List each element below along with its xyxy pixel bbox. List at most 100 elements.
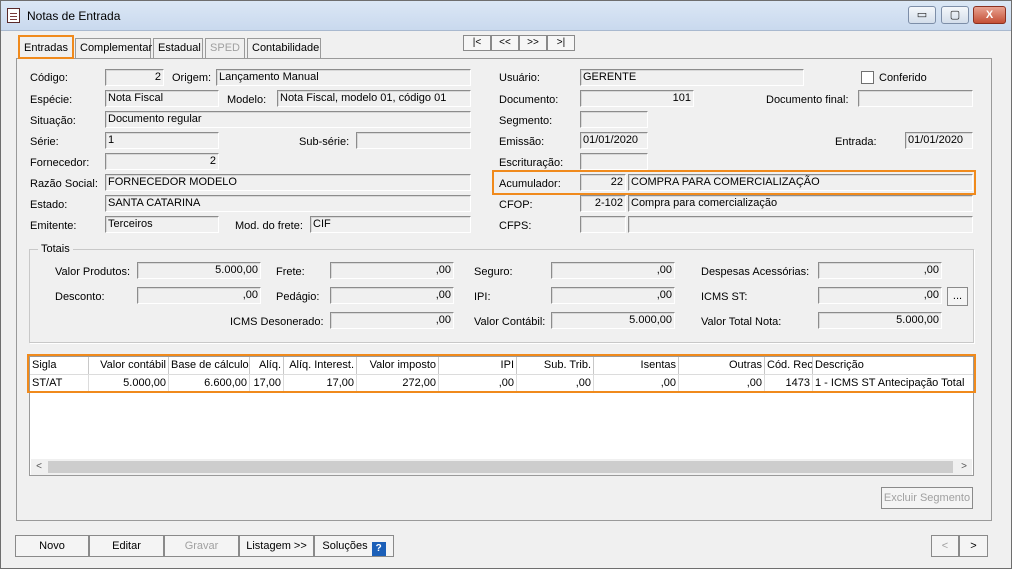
valor-total-nota-field[interactable]: 5.000,00 bbox=[818, 312, 942, 329]
cfps-label: CFPS: bbox=[499, 220, 532, 232]
grid-cell[interactable]: 272,00 bbox=[357, 374, 439, 391]
scrollbar-thumb[interactable] bbox=[48, 461, 953, 473]
icms-st-details-button[interactable]: ... bbox=[947, 287, 968, 306]
valor-produtos-field[interactable]: 5.000,00 bbox=[137, 262, 261, 279]
grid-cell[interactable]: 1 - ICMS ST Antecipação Total bbox=[813, 374, 973, 391]
razao-social-field[interactable]: FORNECEDOR MODELO bbox=[105, 174, 471, 191]
scroll-left-icon[interactable]: < bbox=[31, 459, 47, 475]
especie-field[interactable]: Nota Fiscal bbox=[105, 90, 219, 107]
column-header[interactable]: Alíq. Interest. bbox=[284, 357, 357, 374]
grid-cell[interactable]: ,00 bbox=[439, 374, 517, 391]
solucoes-button[interactable]: Soluções? bbox=[314, 535, 394, 557]
gravar-button: Gravar bbox=[164, 535, 239, 557]
column-header[interactable]: Outras bbox=[679, 357, 765, 374]
ipi-field[interactable]: ,00 bbox=[551, 287, 675, 304]
escrituracao-field[interactable] bbox=[580, 153, 648, 170]
column-header[interactable]: Valor contábil bbox=[89, 357, 169, 374]
grid-cell[interactable]: ,00 bbox=[517, 374, 594, 391]
seguro-field[interactable]: ,00 bbox=[551, 262, 675, 279]
emissao-field[interactable]: 01/01/2020 bbox=[580, 132, 648, 149]
previous-record-button[interactable]: << bbox=[491, 35, 519, 51]
cfps-code-field[interactable] bbox=[580, 216, 626, 233]
estado-field[interactable]: SANTA CATARINA bbox=[105, 195, 471, 212]
valor-contabil-field[interactable]: 5.000,00 bbox=[551, 312, 675, 329]
close-button[interactable]: X bbox=[973, 6, 1006, 24]
fornecedor-label: Fornecedor: bbox=[30, 157, 90, 169]
tab-estadual[interactable]: Estadual bbox=[153, 38, 203, 58]
title-bar: Notas de Entrada ▭ ▢ X bbox=[1, 1, 1011, 31]
minimize-button[interactable]: ▭ bbox=[908, 6, 936, 24]
modelo-label: Modelo: bbox=[227, 94, 267, 106]
grid-cell[interactable]: 6.600,00 bbox=[169, 374, 250, 391]
listagem-button[interactable]: Listagem >> bbox=[239, 535, 314, 557]
next-button[interactable]: > bbox=[959, 535, 988, 557]
tab-entradas[interactable]: Entradas bbox=[18, 35, 74, 59]
documento-field[interactable]: 101 bbox=[580, 90, 694, 107]
scroll-right-icon[interactable]: > bbox=[956, 459, 972, 475]
entrada-field[interactable]: 01/01/2020 bbox=[905, 132, 973, 149]
impostos-grid[interactable]: Sigla Valor contábil Base de cálculo Alí… bbox=[29, 356, 974, 476]
fornecedor-field[interactable]: 2 bbox=[105, 153, 219, 170]
valor-contabil-label: Valor Contábil: bbox=[474, 316, 546, 328]
column-header[interactable]: Alíq. bbox=[250, 357, 284, 374]
grid-cell[interactable]: 17,00 bbox=[284, 374, 357, 391]
emitente-field[interactable]: Terceiros bbox=[105, 216, 219, 233]
serie-label: Série: bbox=[30, 136, 59, 148]
document-icon bbox=[7, 8, 20, 23]
column-header[interactable]: Sigla bbox=[30, 357, 89, 374]
cfop-label: CFOP: bbox=[499, 199, 533, 211]
modelo-field[interactable]: Nota Fiscal, modelo 01, código 01 bbox=[277, 90, 471, 107]
cfop-desc-field: Compra para comercialização bbox=[628, 195, 973, 212]
conferido-checkbox[interactable] bbox=[861, 71, 874, 84]
column-header[interactable]: Sub. Trib. bbox=[517, 357, 594, 374]
origem-field[interactable]: Lançamento Manual bbox=[216, 69, 471, 86]
grid-cell[interactable]: 17,00 bbox=[250, 374, 284, 391]
entrada-label: Entrada: bbox=[835, 136, 877, 148]
usuario-field[interactable]: GERENTE bbox=[580, 69, 804, 86]
excluir-segmento-button: Excluir Segmento bbox=[881, 487, 973, 509]
subserie-field[interactable] bbox=[356, 132, 471, 149]
horizontal-scrollbar[interactable]: < > bbox=[31, 459, 972, 475]
icms-st-field[interactable]: ,00 bbox=[818, 287, 942, 304]
grid-cell[interactable]: 1473 bbox=[765, 374, 813, 391]
mod-frete-field[interactable]: CIF bbox=[310, 216, 471, 233]
grid-cell[interactable]: 5.000,00 bbox=[89, 374, 169, 391]
column-header[interactable]: Base de cálculo bbox=[169, 357, 250, 374]
next-record-button[interactable]: >> bbox=[519, 35, 547, 51]
tab-contabilidade[interactable]: Contabilidade bbox=[247, 38, 321, 58]
desconto-field[interactable]: ,00 bbox=[137, 287, 261, 304]
escrituracao-label: Escrituração: bbox=[499, 157, 564, 169]
segmento-field[interactable] bbox=[580, 111, 648, 128]
tab-complementar[interactable]: Complementar bbox=[75, 38, 152, 58]
column-header[interactable]: Cód. Rec. bbox=[765, 357, 813, 374]
acumulador-code-field[interactable]: 22 bbox=[580, 174, 626, 191]
window-title: Notas de Entrada bbox=[27, 9, 121, 23]
novo-button[interactable]: Novo bbox=[15, 535, 89, 557]
frete-field[interactable]: ,00 bbox=[330, 262, 454, 279]
column-header[interactable]: Isentas bbox=[594, 357, 679, 374]
icms-desonerado-field[interactable]: ,00 bbox=[330, 312, 454, 329]
grid-cell[interactable]: ,00 bbox=[594, 374, 679, 391]
pedagio-field[interactable]: ,00 bbox=[330, 287, 454, 304]
desconto-label: Desconto: bbox=[55, 291, 105, 303]
last-record-button[interactable]: >| bbox=[547, 35, 575, 51]
despesas-field[interactable]: ,00 bbox=[818, 262, 942, 279]
grid-cell[interactable]: ,00 bbox=[679, 374, 765, 391]
column-header[interactable]: Descrição bbox=[813, 357, 973, 374]
documento-final-label: Documento final: bbox=[766, 94, 849, 106]
valor-produtos-label: Valor Produtos: bbox=[55, 266, 131, 278]
documento-final-field[interactable] bbox=[858, 90, 973, 107]
solucoes-label: Soluções bbox=[322, 540, 368, 552]
editar-button[interactable]: Editar bbox=[89, 535, 164, 557]
restore-button[interactable]: ▢ bbox=[941, 6, 969, 24]
grid-cell[interactable]: ST/AT bbox=[30, 374, 89, 391]
column-header[interactable]: Valor imposto bbox=[357, 357, 439, 374]
column-header[interactable]: IPI bbox=[439, 357, 517, 374]
usuario-label: Usuário: bbox=[499, 72, 540, 84]
serie-field[interactable]: 1 bbox=[105, 132, 219, 149]
first-record-button[interactable]: |< bbox=[463, 35, 491, 51]
valor-total-nota-label: Valor Total Nota: bbox=[701, 316, 782, 328]
situacao-field[interactable]: Documento regular bbox=[105, 111, 471, 128]
cfop-code-field[interactable]: 2-102 bbox=[580, 195, 626, 212]
codigo-field[interactable]: 2 bbox=[105, 69, 164, 86]
